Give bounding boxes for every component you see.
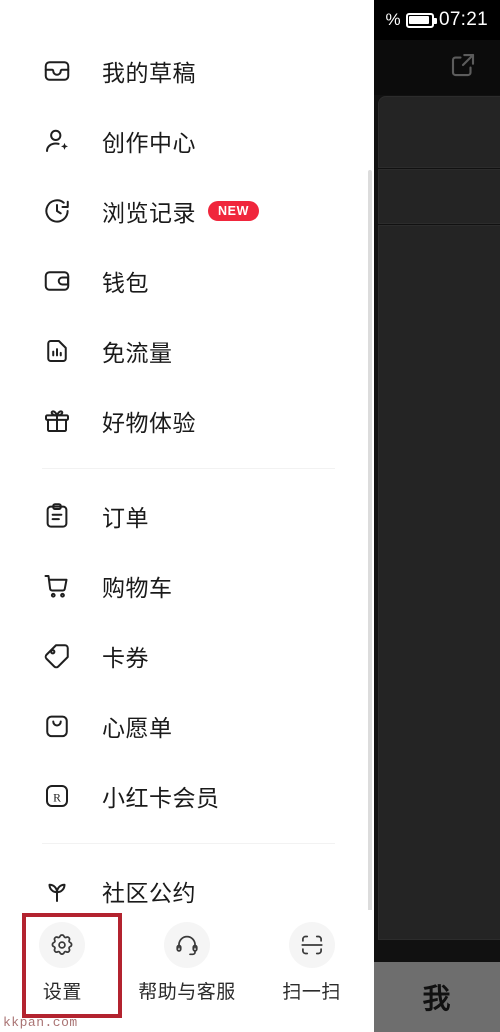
history-clock-icon [40,194,74,228]
menu-item-label: 我的草稿 [102,60,196,86]
menu-item-label: 订单 [102,505,149,531]
menu-item-free-data[interactable]: 免流量 [0,316,374,386]
behind-content-card [378,96,500,168]
battery-percent-label: % [385,10,401,29]
bottom-action-scan[interactable]: 扫一扫 [249,922,374,1004]
drawer-menu-list: 我的草稿 创作中心 浏览记录 NEW 钱包 免流量 好物体验 订单 购物车 卡券… [0,36,374,926]
menu-item-label: 小红卡会员 [102,785,220,811]
menu-item-label: 社区公约 [102,880,196,906]
menu-item-my-drafts[interactable]: 我的草稿 [0,36,374,106]
behind-content-card [378,225,500,940]
menu-item-product-experience[interactable]: 好物体验 [0,386,374,456]
behind-content-card [378,169,500,224]
wallet-icon [40,264,74,298]
wishlist-bag-icon [40,709,74,743]
order-clipboard-icon [40,499,74,533]
menu-divider [42,843,335,844]
status-bar-right: % 07:21 [386,9,488,31]
menu-item-wallet[interactable]: 钱包 [0,246,374,316]
phone-screen: % 07:21 我 我的草稿 创作中心 浏览记录 NEW 钱包 免流量 好物体验… [0,0,500,1032]
side-drawer: 我的草稿 创作中心 浏览记录 NEW 钱包 免流量 好物体验 订单 购物车 卡券… [0,0,374,1032]
sprout-icon [40,874,74,908]
drawer-scrollbar[interactable] [368,170,372,915]
redcard-member-icon: R [40,779,74,813]
menu-item-label: 心愿单 [102,715,173,741]
data-free-sim-icon [40,334,74,368]
menu-item-label: 购物车 [102,575,173,601]
menu-item-wishlist[interactable]: 心愿单 [0,691,374,761]
drafts-inbox-icon [40,54,74,88]
creator-person-icon [40,124,74,158]
menu-item-orders[interactable]: 订单 [0,481,374,551]
watermark: kkpan.com [3,1015,78,1030]
gift-box-icon [40,404,74,438]
bottom-action-help-support[interactable]: 帮助与客服 [125,922,250,1004]
bottom-action-label: 帮助与客服 [138,982,236,1003]
gear-icon [39,922,86,968]
headset-icon [164,922,210,968]
bottom-action-settings[interactable]: 设置 [0,922,125,1004]
svg-text:R: R [53,792,61,805]
drawer-bottom-bar: 设置 帮助与客服 扫一扫 [0,910,374,1032]
menu-item-label: 创作中心 [102,130,196,156]
menu-item-label: 钱包 [102,270,149,296]
behind-tab-me-label: 我 [422,983,452,1014]
menu-item-label: 卡券 [102,645,149,671]
status-bar-clock: 07:21 [438,9,488,30]
menu-item-browse-history[interactable]: 浏览记录 NEW [0,176,374,246]
bottom-action-label: 扫一扫 [282,982,341,1003]
menu-item-label: 好物体验 [102,410,196,436]
menu-item-shopping-cart[interactable]: 购物车 [0,551,374,621]
scan-icon [288,922,335,968]
share-external-icon[interactable] [448,50,478,85]
behind-tab-me[interactable]: 我 [374,962,500,1032]
menu-item-label: 浏览记录 [102,200,196,226]
menu-divider [42,468,335,469]
menu-item-label: 免流量 [102,340,173,366]
menu-item-coupons[interactable]: 卡券 [0,621,374,691]
shopping-cart-icon [40,569,74,603]
battery-icon [405,12,437,28]
menu-item-redcard-member[interactable]: R 小红卡会员 [0,761,374,831]
menu-item-creator-center[interactable]: 创作中心 [0,106,374,176]
status-badge: NEW [208,200,259,222]
bottom-action-label: 设置 [42,982,82,1003]
coupon-tag-icon [40,639,74,673]
